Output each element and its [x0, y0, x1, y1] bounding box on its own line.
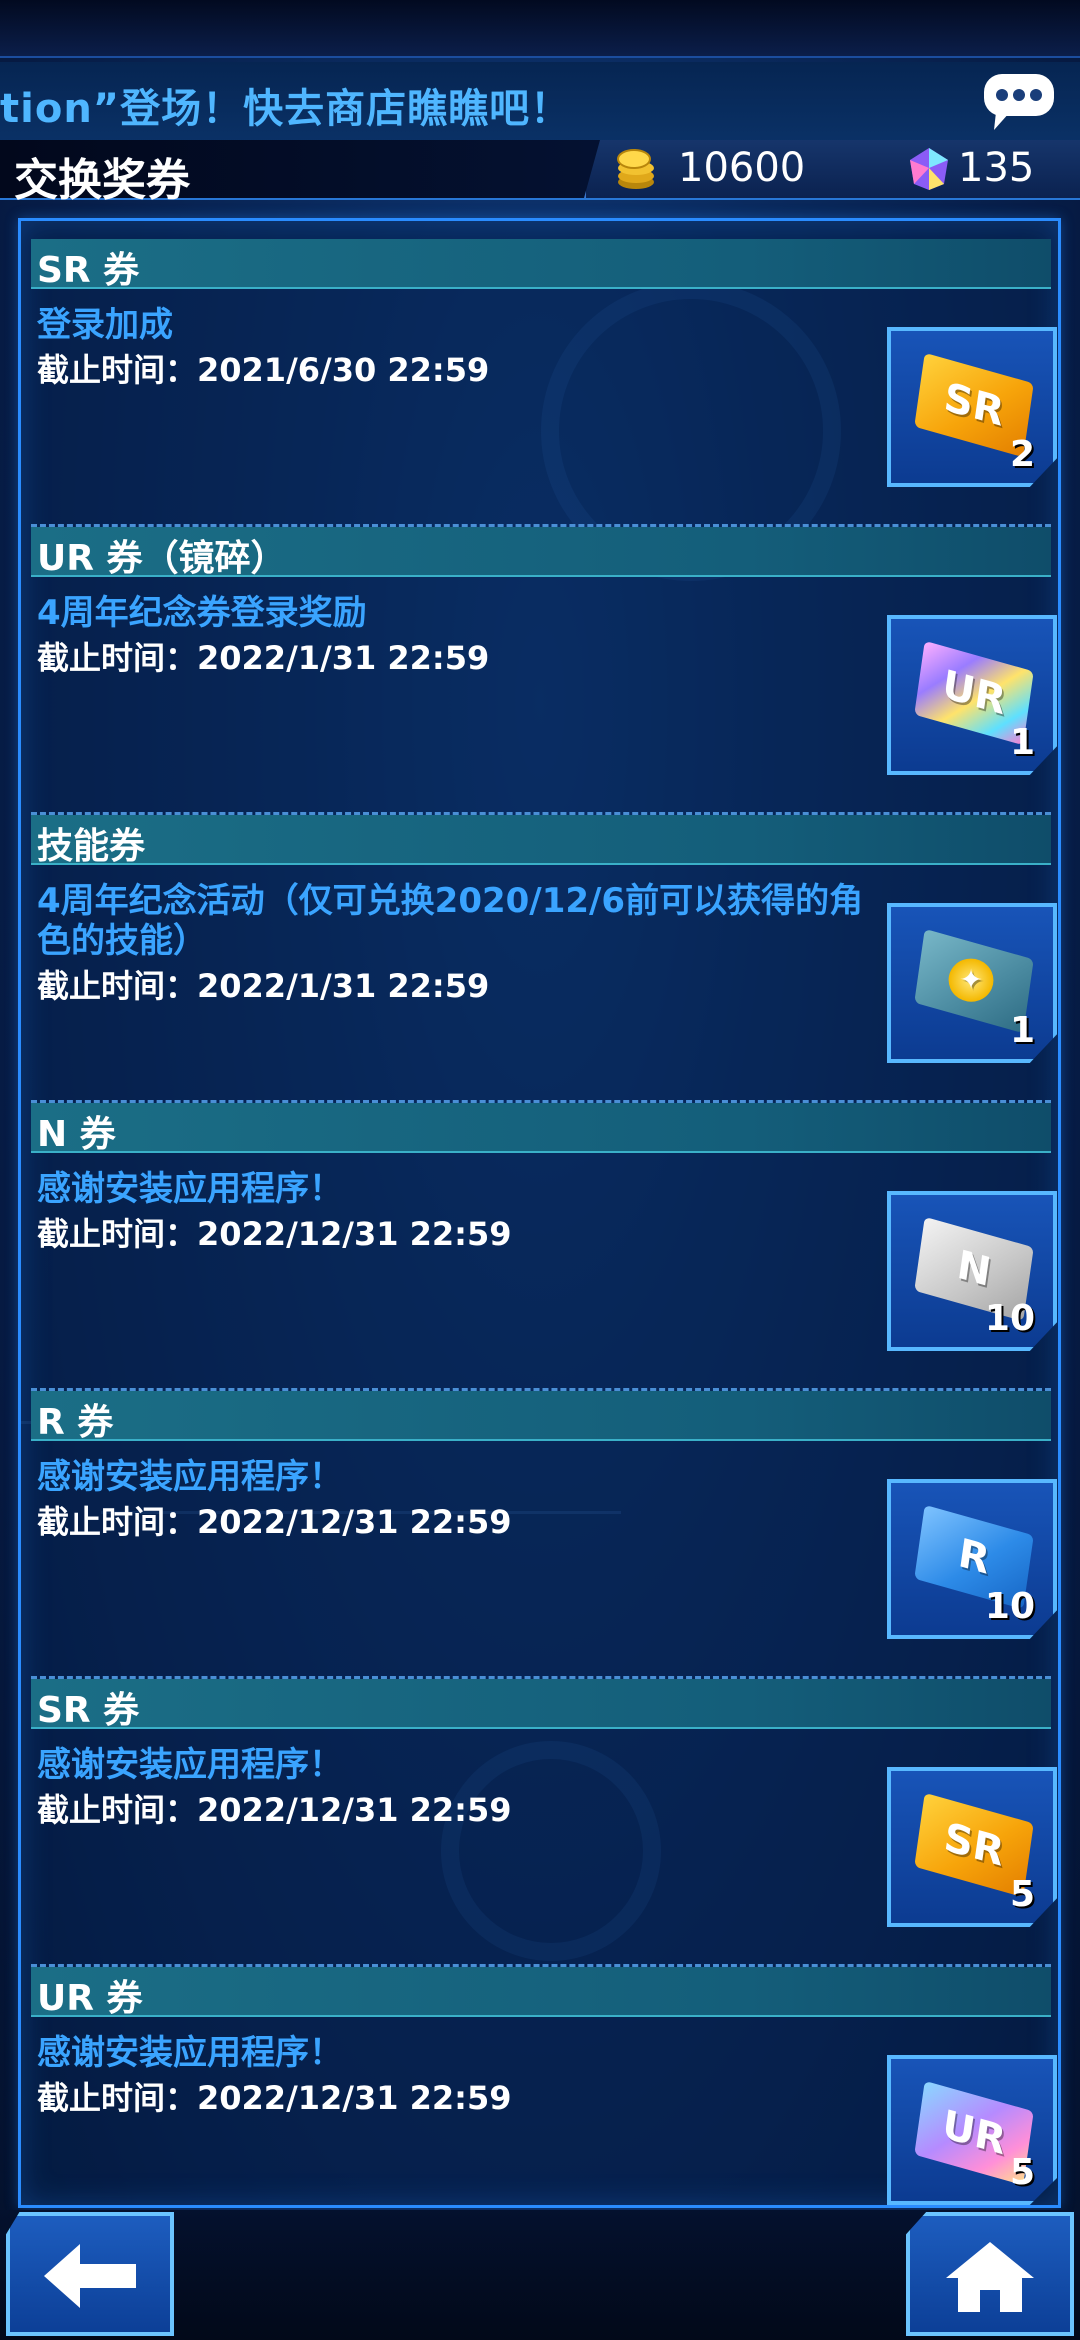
ticket-item: UR 券（镜碎） 4周年纪念券登录奖励 截止时间：2022/1/31 22:59… [31, 527, 1057, 815]
ticket-type-title: 技能券 [37, 826, 146, 867]
ticket-source: 4周年纪念活动（仅可兑换2020/12/6前可以获得的角色的技能） [37, 881, 864, 961]
ticket-type-header: SR 券 [31, 239, 1051, 291]
star-icon: ✦ [948, 958, 994, 1002]
ticket-type-title: N 券 [37, 1114, 116, 1155]
ticker-text: tion”登场！快去商店瞧瞧吧！ [0, 86, 572, 132]
ur-ticket-button[interactable]: UR 5 [887, 2055, 1057, 2205]
ticket-item: R 券 感谢安装应用程序！ 截止时间：2022/12/31 22:59 R 10 [31, 1391, 1057, 1679]
ticket-deadline: 截止时间：2022/12/31 22:59 [37, 1503, 512, 1541]
ticket-item: SR 券 感谢安装应用程序！ 截止时间：2022/12/31 22:59 SR … [31, 1679, 1057, 1967]
ticket-count: 5 [1009, 1874, 1035, 1915]
ticket-type-title: UR 券（镜碎） [37, 538, 287, 579]
ticket-count: 10 [984, 1298, 1035, 1339]
ticket-type-header: UR 券 [31, 1967, 1051, 2019]
announcement-ticker[interactable]: tion”登场！快去商店瞧瞧吧！ [0, 62, 1080, 142]
back-arrow-icon [40, 2238, 140, 2314]
currency-panel: 10600 135 [584, 140, 1080, 198]
n-ticket-button[interactable]: N 10 [887, 1191, 1057, 1351]
ticket-source: 4周年纪念券登录奖励 [37, 593, 367, 633]
ur-shatter-ticket-button[interactable]: UR 1 [887, 615, 1057, 775]
ticket-count: 2 [1009, 434, 1035, 475]
ticket-item: UR 券 感谢安装应用程序！ 截止时间：2022/12/31 22:59 UR … [31, 1967, 1057, 2205]
ticket-type-title: SR 券 [37, 250, 140, 291]
ticket-deadline: 截止时间：2022/12/31 22:59 [37, 1791, 512, 1829]
ticket-type-header: R 券 [31, 1391, 1051, 1443]
ticket-type-header: SR 券 [31, 1679, 1051, 1731]
ticket-source: 登录加成 [37, 305, 173, 345]
r-ticket-button[interactable]: R 10 [887, 1479, 1057, 1639]
ticket-count: 10 [984, 1586, 1035, 1627]
ticket-deadline: 截止时间：2021/6/30 22:59 [37, 351, 490, 389]
ticket-source: 感谢安装应用程序！ [37, 1169, 343, 1209]
ticket-item: N 券 感谢安装应用程序！ 截止时间：2022/12/31 22:59 N 10 [31, 1103, 1057, 1391]
ticket-source: 感谢安装应用程序！ [37, 1745, 343, 1785]
ticket-type-header: N 券 [31, 1103, 1051, 1155]
ticket-type-header: UR 券（镜碎） [31, 527, 1051, 579]
home-button[interactable] [906, 2212, 1074, 2336]
header-bar: 交换奖券 10600 135 [0, 140, 1080, 206]
ticket-deadline: 截止时间：2022/12/31 22:59 [37, 2079, 512, 2117]
ticket-count: 1 [1009, 722, 1035, 763]
gem-amount: 135 [958, 145, 1035, 191]
gold-amount: 10600 [678, 145, 806, 191]
ticket-deadline: 截止时间：2022/12/31 22:59 [37, 1215, 512, 1253]
ticket-type-header: 技能券 [31, 815, 1051, 867]
ticket-exchange-screen: tion”登场！快去商店瞧瞧吧！ 交换奖券 10600 135 SR 券 登录加… [0, 0, 1080, 2340]
gem-icon [906, 146, 952, 192]
ticket-source: 感谢安装应用程序！ [37, 1457, 343, 1497]
status-strip [0, 0, 1080, 58]
chat-icon[interactable] [980, 70, 1058, 134]
gold-coin-icon [610, 146, 660, 192]
sr-ticket-button[interactable]: SR 2 [887, 327, 1057, 487]
ticket-type-title: R 券 [37, 1402, 114, 1443]
ticket-deadline: 截止时间：2022/1/31 22:59 [37, 639, 490, 677]
ticket-list[interactable]: SR 券 登录加成 截止时间：2021/6/30 22:59 SR 2 UR 券… [18, 218, 1061, 2208]
back-button[interactable] [6, 2212, 174, 2336]
sr-ticket-button[interactable]: SR 5 [887, 1767, 1057, 1927]
home-icon [940, 2238, 1040, 2314]
page-title: 交换奖券 [14, 155, 190, 206]
skill-ticket-button[interactable]: ✦ 1 [887, 903, 1057, 1063]
ticket-type-title: UR 券 [37, 1978, 143, 2019]
ticket-type-title: SR 券 [37, 1690, 140, 1731]
ticket-count: 1 [1009, 1010, 1035, 1051]
ticket-item: SR 券 登录加成 截止时间：2021/6/30 22:59 SR 2 [31, 239, 1057, 527]
ticket-item: 技能券 4周年纪念活动（仅可兑换2020/12/6前可以获得的角色的技能） 截止… [31, 815, 1057, 1103]
ticket-count: 5 [1009, 2152, 1035, 2193]
ticket-source: 感谢安装应用程序！ [37, 2033, 343, 2073]
ticket-deadline: 截止时间：2022/1/31 22:59 [37, 967, 490, 1005]
